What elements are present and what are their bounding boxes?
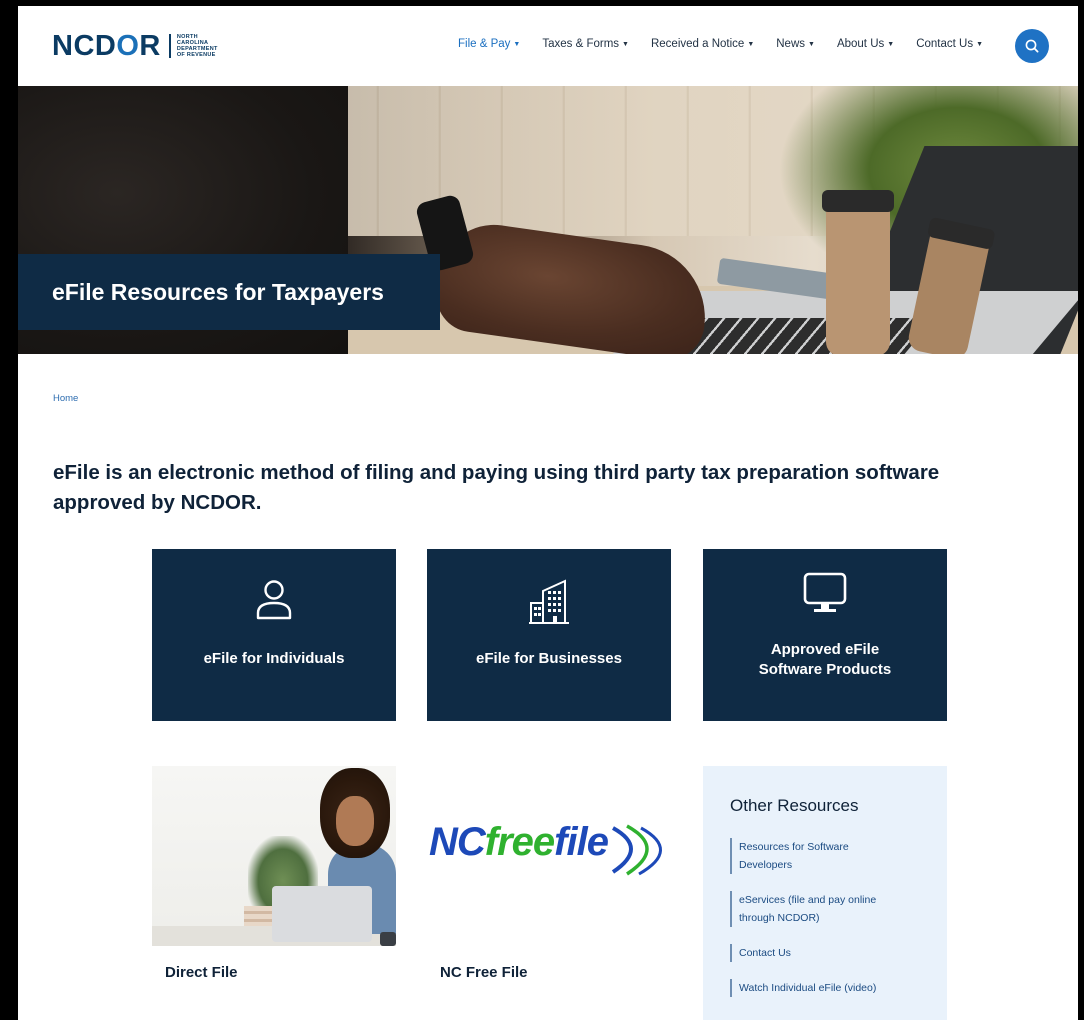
card-title: NC Free File xyxy=(440,964,528,981)
hero-title-banner: eFile Resources for Taxpayers xyxy=(18,254,440,330)
ncfreefile-logo: NCfreefile xyxy=(427,766,671,946)
tile-efile-businesses[interactable]: eFile for Businesses xyxy=(427,549,671,721)
link-watch-video[interactable]: Watch Individual eFile (video) xyxy=(730,979,900,997)
person-icon xyxy=(256,580,292,620)
swoosh-icon xyxy=(611,824,662,876)
direct-file-image xyxy=(152,766,396,946)
card-nc-free-file[interactable]: NCfreefile NC Free File xyxy=(427,766,671,981)
other-resources-list: Resources for Software Developers eServi… xyxy=(730,838,947,997)
link-eservices[interactable]: eServices (file and pay online through N… xyxy=(730,891,900,927)
intro-heading: eFile is an electronic method of filing … xyxy=(53,461,940,514)
caret-down-icon: ▼ xyxy=(513,40,521,48)
nav-label: Received a Notice xyxy=(650,38,745,50)
tile-efile-individuals[interactable]: eFile for Individuals xyxy=(152,549,396,721)
nav-label: File & Pay xyxy=(458,38,511,50)
link-software-developers[interactable]: Resources for Software Developers xyxy=(730,838,900,874)
nav-label: Taxes & Forms xyxy=(542,38,620,50)
caret-down-icon: ▼ xyxy=(887,40,895,48)
page-title: eFile Resources for Taxpayers xyxy=(52,278,384,305)
site-header: NCDOR NORTH CAROLINA DEPARTMENT OF REVEN… xyxy=(18,6,1078,86)
search-button[interactable] xyxy=(1015,29,1049,63)
breadcrumb-home[interactable]: Home xyxy=(53,393,78,404)
search-icon xyxy=(1025,39,1039,53)
link-contact-us[interactable]: Contact Us xyxy=(730,944,900,962)
card-direct-file[interactable]: Direct File xyxy=(152,766,396,981)
building-icon xyxy=(529,579,569,624)
main-nav: File & Pay ▼ Taxes & Forms ▼ Received a No… xyxy=(458,38,1005,50)
other-resources-panel: Other Resources Resources for Software D… xyxy=(703,766,947,1020)
nav-label: Contact Us xyxy=(916,38,974,50)
nav-item-about-us[interactable]: About Us ▼ xyxy=(837,38,894,50)
other-resources-title: Other Resources xyxy=(730,796,859,815)
nav-item-contact-us[interactable]: Contact Us ▼ xyxy=(916,38,983,50)
nav-label: News xyxy=(776,38,806,50)
caret-down-icon: ▼ xyxy=(808,40,815,48)
caret-down-icon: ▼ xyxy=(976,40,984,48)
nav-item-taxes-forms[interactable]: Taxes & Forms ▼ xyxy=(542,38,629,50)
tile-approved-software[interactable]: Approved eFile Software Products xyxy=(703,549,947,721)
nav-item-received-notice[interactable]: Received a Notice ▼ xyxy=(651,38,754,50)
caret-down-icon: ▼ xyxy=(747,40,755,48)
tile-label: eFile for Businesses xyxy=(476,650,622,667)
logo-tagline: NORTH CAROLINA DEPARTMENT OF REVENUE xyxy=(168,34,218,58)
page: NCDOR NORTH CAROLINA DEPARTMENT OF REVEN… xyxy=(18,0,1078,1020)
tile-label: eFile for Individuals xyxy=(203,650,345,667)
nav-label: About Us xyxy=(836,38,885,50)
card-title: Direct File xyxy=(165,964,238,981)
nav-item-file-pay[interactable]: File & Pay ▼ xyxy=(458,38,520,50)
tile-label: Approved eFile Software Products xyxy=(758,641,892,678)
caret-down-icon: ▼ xyxy=(622,40,629,48)
nav-item-news[interactable]: News ▼ xyxy=(776,38,815,50)
logo-wordmark: NCDOR xyxy=(52,30,161,62)
monitor-icon xyxy=(803,572,847,612)
ncdor-logo[interactable]: NCDOR NORTH CAROLINA DEPARTMENT OF REVEN… xyxy=(52,30,218,62)
